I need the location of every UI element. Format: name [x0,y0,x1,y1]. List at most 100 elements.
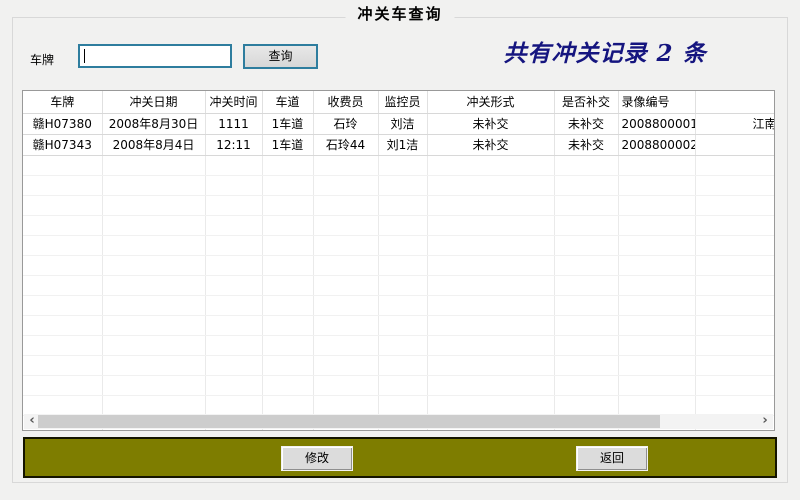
empty-cell [554,355,618,375]
empty-cell [102,375,205,395]
records-grid[interactable]: 车牌冲关日期冲关时间车道收费员监控员冲关形式是否补交录像编号 赣H0738020… [22,90,775,431]
column-header [695,91,775,113]
empty-cell [618,355,695,375]
empty-cell [618,155,695,175]
empty-grid-row [23,375,775,395]
plate-input[interactable] [80,47,230,67]
empty-cell [618,315,695,335]
empty-cell [102,155,205,175]
empty-cell [554,235,618,255]
table-cell: 2008800001 [618,113,695,134]
column-header: 车牌 [23,91,102,113]
empty-cell [23,275,102,295]
empty-cell [378,155,427,175]
empty-cell [262,375,313,395]
empty-cell [554,375,618,395]
table-cell: 未补交 [427,113,554,134]
table-cell: 刘洁 [378,113,427,134]
empty-cell [102,355,205,375]
empty-cell [262,315,313,335]
text-caret [84,49,85,63]
empty-grid-row [23,215,775,235]
empty-cell [102,275,205,295]
empty-cell [102,175,205,195]
empty-cell [102,335,205,355]
column-header: 车道 [262,91,313,113]
empty-cell [378,275,427,295]
empty-cell [102,195,205,215]
empty-cell [262,275,313,295]
empty-cell [554,275,618,295]
empty-grid-row [23,155,775,175]
empty-cell [23,395,102,415]
table-row[interactable]: 赣H073802008年8月30日11111车道石玲刘洁未补交未补交200880… [23,113,775,134]
empty-cell [102,235,205,255]
empty-cell [23,195,102,215]
scroll-left-arrow-icon[interactable]: ‹ [26,415,38,428]
column-header: 冲关形式 [427,91,554,113]
empty-grid-row [23,195,775,215]
empty-cell [378,355,427,375]
table-cell: 未补交 [554,134,618,155]
empty-cell [427,295,554,315]
empty-cell [554,195,618,215]
back-button[interactable]: 返回 [576,446,648,471]
empty-cell [313,315,378,335]
empty-cell [262,355,313,375]
empty-cell [262,335,313,355]
table-cell: 石玲44 [313,134,378,155]
empty-cell [205,335,262,355]
empty-cell [618,175,695,195]
empty-cell [313,235,378,255]
table-row[interactable]: 赣H073432008年8月4日12:111车道石玲44刘1洁未补交未补交200… [23,134,775,155]
empty-cell [427,375,554,395]
table-cell: 12:11 [205,134,262,155]
empty-cell [205,235,262,255]
empty-cell [427,195,554,215]
table-cell: 未补交 [554,113,618,134]
empty-cell [695,375,775,395]
empty-cell [554,155,618,175]
modify-button[interactable]: 修改 [281,446,353,471]
horizontal-scrollbar[interactable]: ‹ › [24,414,773,429]
table-cell: 江南 [695,113,775,134]
scroll-right-arrow-icon[interactable]: › [759,415,771,428]
empty-cell [313,195,378,215]
empty-cell [378,175,427,195]
empty-grid-row [23,175,775,195]
empty-cell [695,335,775,355]
table-cell: 2008年8月4日 [102,134,205,155]
empty-grid-row [23,275,775,295]
empty-cell [618,195,695,215]
empty-cell [313,375,378,395]
empty-cell [205,275,262,295]
empty-cell [695,215,775,235]
empty-cell [618,395,695,415]
empty-cell [427,215,554,235]
empty-cell [262,255,313,275]
empty-cell [378,375,427,395]
empty-cell [205,375,262,395]
empty-cell [427,175,554,195]
empty-cell [23,215,102,235]
empty-cell [378,235,427,255]
column-header: 冲关时间 [205,91,262,113]
column-header: 是否补交 [554,91,618,113]
empty-cell [618,295,695,315]
empty-cell [205,195,262,215]
empty-cell [695,255,775,275]
empty-cell [554,295,618,315]
search-button[interactable]: 查询 [243,44,318,69]
empty-cell [618,215,695,235]
empty-cell [205,295,262,315]
table-cell: 2008年8月30日 [102,113,205,134]
empty-cell [102,255,205,275]
empty-cell [378,295,427,315]
table-header: 车牌冲关日期冲关时间车道收费员监控员冲关形式是否补交录像编号 [23,91,775,113]
empty-cell [554,175,618,195]
empty-cell [695,295,775,315]
scrollbar-thumb[interactable] [38,415,660,428]
table-cell: 2008800002 [618,134,695,155]
empty-cell [23,155,102,175]
empty-grid-row [23,355,775,375]
